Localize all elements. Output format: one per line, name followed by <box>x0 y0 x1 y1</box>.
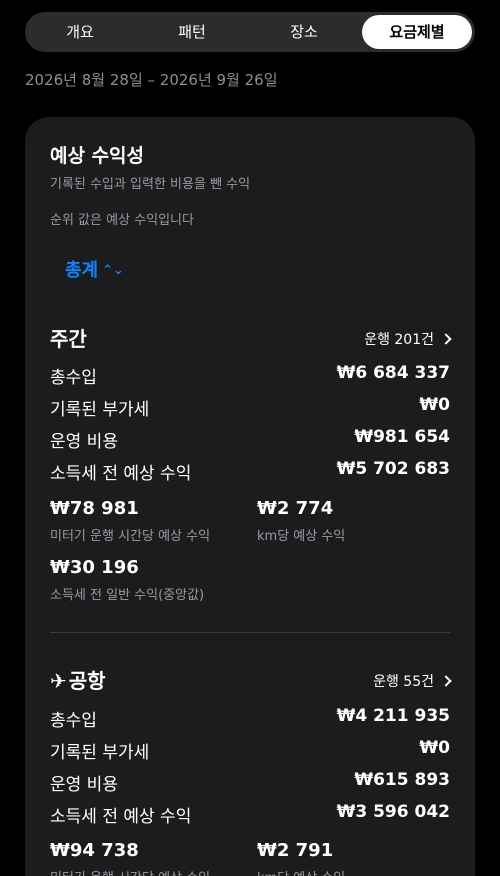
row-gross-income: 총수입 ₩4 211 935 <box>50 706 450 731</box>
chevron-right-icon <box>440 333 452 345</box>
metric-value: ₩30 196 <box>50 557 139 578</box>
metric-label: 미터기 운행 시간당 예상 수익 <box>50 867 210 876</box>
airplane-icon: ✈ <box>50 669 67 693</box>
row-value: ₩615 893 <box>354 770 450 790</box>
total-selector-label: 총계 <box>65 260 99 281</box>
row-gross-income: 총수입 ₩6 684 337 <box>50 363 450 388</box>
row-value: ₩5 702 683 <box>336 459 450 479</box>
row-label: 운영 비용 <box>50 775 118 795</box>
metric-label: km당 예상 수익 <box>257 529 346 544</box>
metric-per-hour: ₩78 981 미터기 운행 시간당 예상 수익 <box>50 498 210 544</box>
row-label: 기록된 부가세 <box>50 400 150 420</box>
metric-per-hour: ₩94 738 미터기 운행 시간당 예상 수익 <box>50 840 210 876</box>
metric-median: ₩30 196 소득세 전 일반 수익(중앙값) <box>50 557 204 603</box>
row-label: 총수입 <box>50 711 97 731</box>
metric-label: km당 예상 수익 <box>257 867 345 876</box>
section-title-airport: ✈ 공항 <box>50 665 106 694</box>
row-label: 기록된 부가세 <box>50 743 150 763</box>
row-value: ₩6 684 337 <box>336 363 450 383</box>
metric-label: 미터기 운행 시간당 예상 수익 <box>50 529 211 544</box>
tab-patterns[interactable]: 패턴 <box>137 15 247 49</box>
row-label: 총수입 <box>50 368 97 388</box>
section-count-label: 운행 201건 <box>364 332 434 348</box>
metric-value: ₩2 791 <box>257 840 334 861</box>
segmented-control: 개요 패턴 장소 요금제별 <box>25 12 475 52</box>
row-value: ₩0 <box>419 395 450 415</box>
date-range: 2026년 8월 28일 – 2026년 9월 26일 <box>25 71 278 89</box>
total-selector-button[interactable]: 총계 ⌃⌄ <box>65 256 124 282</box>
chevron-up-down-icon: ⌃⌄ <box>102 263 124 278</box>
section-title-daytime: 주간 <box>50 327 87 351</box>
chevron-right-icon <box>440 675 452 687</box>
card-note: 순위 값은 예상 수익입니다 <box>50 213 194 228</box>
tab-places[interactable]: 장소 <box>249 15 359 49</box>
metric-per-km: ₩2 774 km당 예상 수익 <box>257 498 345 544</box>
row-pretax-profit: 소득세 전 예상 수익 ₩5 702 683 <box>50 459 450 484</box>
metric-value: ₩78 981 <box>50 498 139 519</box>
row-value: ₩4 211 935 <box>336 706 450 726</box>
profitability-card: 예상 수익성 기록된 수입과 입력한 비용을 뺀 수익 순위 값은 예상 수익입… <box>25 117 475 876</box>
row-operating-cost: 운영 비용 ₩615 893 <box>50 770 450 795</box>
card-title: 예상 수익성 <box>50 145 145 167</box>
row-label: 운영 비용 <box>50 432 118 452</box>
row-vat: 기록된 부가세 ₩0 <box>50 395 450 420</box>
row-label: 소득세 전 예상 수익 <box>50 807 192 827</box>
tab-overview[interactable]: 개요 <box>25 15 135 49</box>
section-count-daytime[interactable]: 운행 201건 <box>364 329 452 349</box>
row-label: 소득세 전 예상 수익 <box>50 464 192 484</box>
section-count-label: 운행 55건 <box>373 674 434 690</box>
tab-by-fare[interactable]: 요금제별 <box>362 15 472 49</box>
card-subtitle: 기록된 수입과 입력한 비용을 뺀 수익 <box>50 177 251 192</box>
row-pretax-profit: 소득세 전 예상 수익 ₩3 596 042 <box>50 802 450 827</box>
section-divider <box>50 632 450 633</box>
row-operating-cost: 운영 비용 ₩981 654 <box>50 427 450 452</box>
section-title-label: 공항 <box>68 669 106 693</box>
metric-value: ₩2 774 <box>257 498 334 519</box>
row-vat: 기록된 부가세 ₩0 <box>50 738 450 763</box>
row-value: ₩3 596 042 <box>336 802 450 822</box>
row-value: ₩981 654 <box>354 427 450 447</box>
section-count-airport[interactable]: 운행 55건 <box>373 671 452 691</box>
row-value: ₩0 <box>419 738 450 758</box>
metric-label: 소득세 전 일반 수익(중앙값) <box>50 588 205 603</box>
metric-per-km: ₩2 791 km당 예상 수익 <box>257 840 345 876</box>
metric-value: ₩94 738 <box>50 840 139 861</box>
